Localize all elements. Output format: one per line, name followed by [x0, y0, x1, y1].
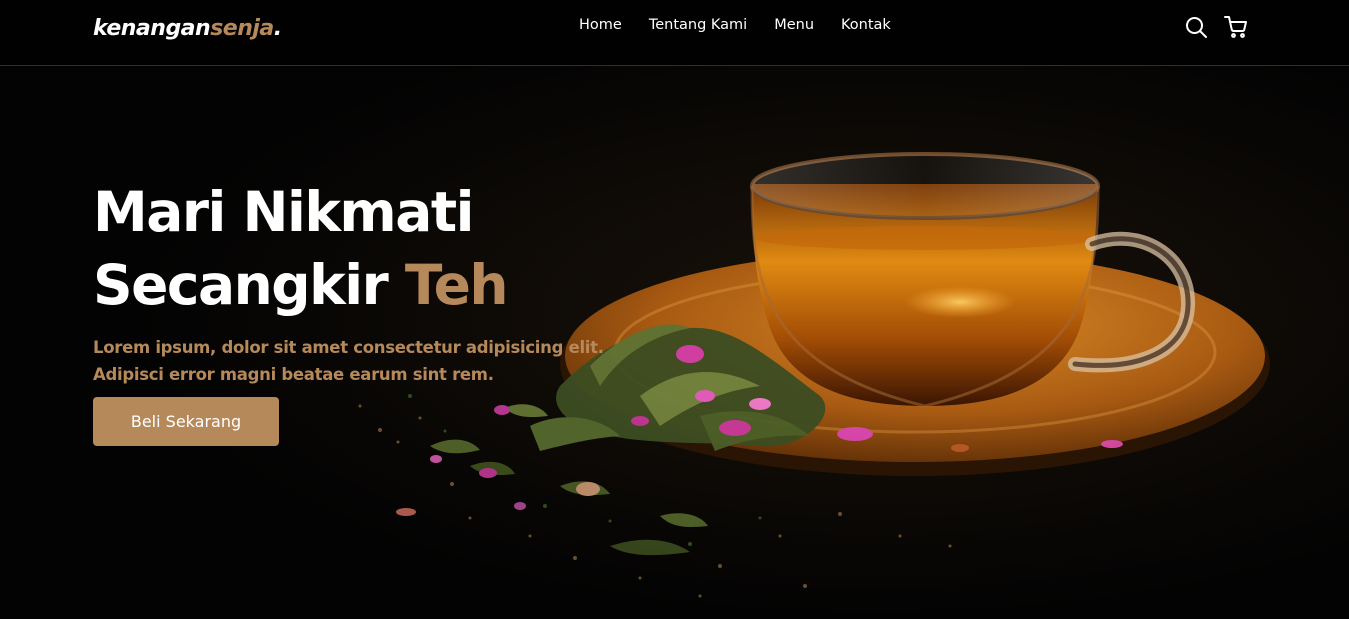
- buy-now-button[interactable]: Beli Sekarang: [93, 397, 279, 446]
- logo-dot: .: [273, 16, 282, 41]
- hero-content: Mari Nikmati Secangkir Teh Lorem ipsum, d…: [93, 176, 633, 446]
- hero-title-line2: Secangkir: [93, 253, 389, 317]
- hero-description: Lorem ipsum, dolor sit amet consectetur …: [93, 338, 604, 384]
- search-icon[interactable]: [1184, 15, 1208, 39]
- shopping-cart-icon[interactable]: [1224, 15, 1248, 39]
- page: kenangansenja. Home Tentang Kami Menu Ko…: [0, 0, 1349, 619]
- hero-title: Mari Nikmati Secangkir Teh: [93, 176, 633, 322]
- hero-title-accent: Teh: [404, 253, 509, 317]
- nav-link-home[interactable]: Home: [579, 17, 622, 33]
- nav-link-kontak[interactable]: Kontak: [841, 17, 891, 33]
- logo[interactable]: kenangansenja.: [93, 16, 282, 41]
- nav-links: Home Tentang Kami Menu Kontak: [579, 17, 891, 33]
- logo-accent: senja: [210, 16, 274, 41]
- hero-title-line1: Mari Nikmati: [93, 180, 475, 244]
- nav-icons: [1184, 15, 1248, 39]
- nav-link-tentang-kami[interactable]: Tentang Kami: [649, 17, 747, 33]
- logo-main: kenangan: [93, 16, 211, 41]
- navbar: kenangansenja. Home Tentang Kami Menu Ko…: [0, 0, 1349, 66]
- nav-link-menu[interactable]: Menu: [774, 17, 814, 33]
